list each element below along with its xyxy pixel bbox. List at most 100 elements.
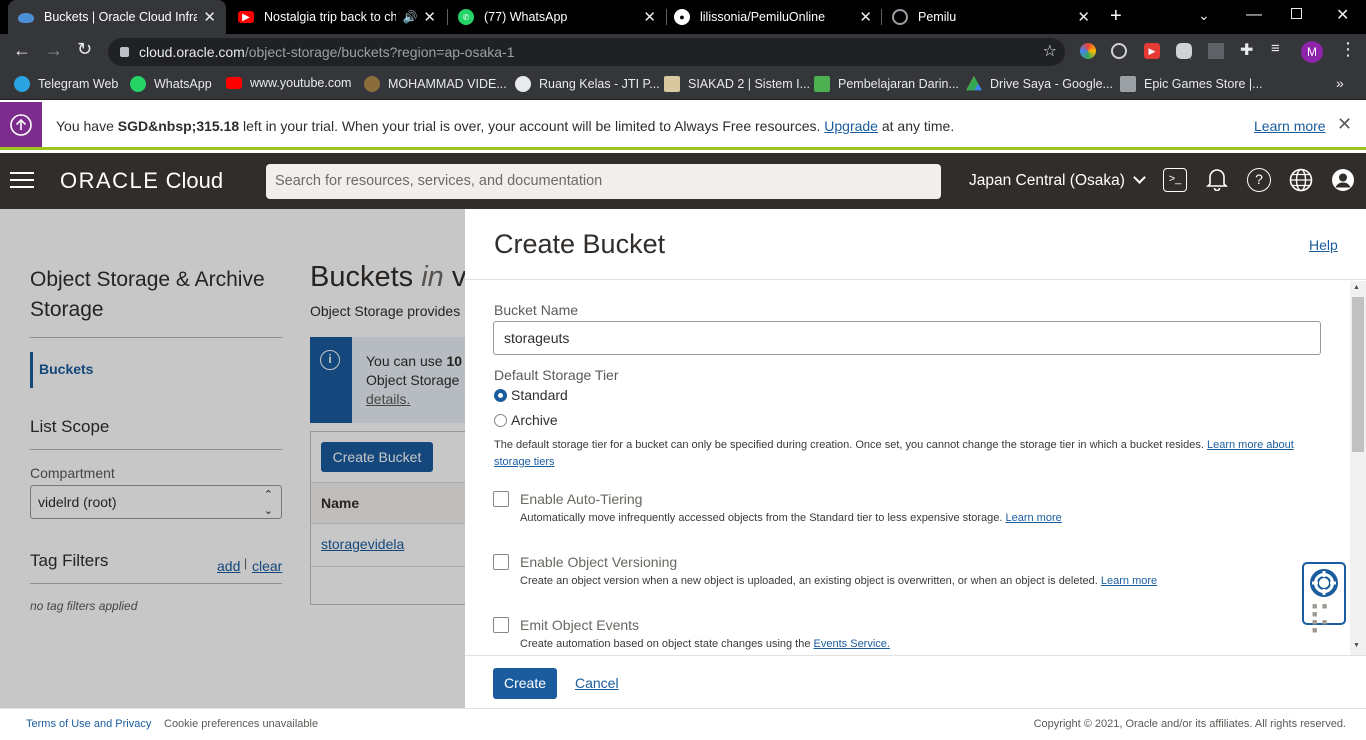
auto-tiering-description: Automatically move infrequently accessed…: [520, 512, 1062, 524]
bookmark-mohammad[interactable]: MOHAMMAD VIDE...: [364, 76, 507, 92]
restore-icon[interactable]: [1291, 8, 1302, 19]
epic-games-icon: [1120, 76, 1136, 92]
media-control-icon[interactable]: ≡: [1271, 40, 1280, 57]
terms-link[interactable]: Terms of Use and Privacy: [26, 718, 151, 730]
trial-learn-more-link[interactable]: Learn more: [1254, 118, 1326, 134]
telegram-icon: [14, 76, 30, 92]
new-tab-icon[interactable]: +: [1110, 5, 1122, 28]
whatsapp-icon: ✆: [458, 9, 474, 25]
tier-archive-label[interactable]: Archive: [511, 412, 558, 428]
bucket-name-label: Bucket Name: [494, 302, 579, 318]
minimize-icon[interactable]: —: [1246, 6, 1262, 24]
help-question-icon[interactable]: ?: [1247, 168, 1271, 192]
extension-red-icon[interactable]: ▶: [1144, 43, 1160, 59]
tab-youtube[interactable]: ▶ Nostalgia trip back to ch 🔊 ✕: [228, 0, 446, 34]
close-tab-icon[interactable]: ✕: [643, 8, 656, 26]
extensions-puzzle-icon[interactable]: ✚: [1240, 40, 1253, 60]
bucket-name-input[interactable]: storageuts: [493, 321, 1321, 355]
tab-search-chevron-icon[interactable]: ⌄: [1198, 7, 1210, 24]
cookie-preferences-text: Cookie preferences unavailable: [164, 718, 319, 730]
address-bar[interactable]: cloud.oracle.com/object-storage/buckets?…: [108, 38, 1065, 66]
chevron-down-icon: [1133, 171, 1147, 184]
storage-tier-label: Default Storage Tier: [494, 367, 619, 383]
auto-tiering-label[interactable]: Enable Auto-Tiering: [520, 491, 642, 507]
forward-icon[interactable]: →: [45, 40, 63, 61]
global-search-input[interactable]: Search for resources, services, and docu…: [266, 164, 941, 199]
help-widget[interactable]: ■ ■ ■ ■ ■ ■: [1302, 562, 1346, 635]
browser-tab-strip: Buckets | Oracle Cloud Infrastructure ✕ …: [0, 0, 1366, 34]
audio-icon[interactable]: 🔊: [402, 10, 417, 24]
versioning-label[interactable]: Enable Object Versioning: [520, 554, 677, 570]
cloud-shell-icon[interactable]: >_: [1163, 168, 1187, 192]
object-events-label[interactable]: Emit Object Events: [520, 617, 639, 633]
bookmark-drive[interactable]: Drive Saya - Google...: [966, 76, 1113, 92]
ruang-kelas-icon: [515, 76, 531, 92]
google-drive-icon: [966, 76, 982, 91]
extension-discord-icon[interactable]: [1176, 43, 1192, 59]
extension-colorful-icon[interactable]: [1080, 43, 1096, 59]
youtube-icon: [226, 77, 242, 89]
events-service-link[interactable]: Events Service.: [814, 638, 890, 650]
auto-tiering-learn-more-link[interactable]: Learn more: [1005, 512, 1061, 524]
object-events-description: Create automation based on object state …: [520, 638, 890, 650]
profile-avatar[interactable]: M: [1301, 41, 1323, 63]
oracle-cloud-logo[interactable]: ORACLE Cloud: [60, 168, 223, 194]
help-link[interactable]: Help: [1309, 237, 1338, 253]
copyright-text: Copyright © 2021, Oracle and/or its affi…: [1033, 718, 1346, 730]
bookmark-pembelajaran[interactable]: Pembelajaran Darin...: [814, 76, 959, 92]
notifications-bell-icon[interactable]: [1206, 167, 1228, 196]
close-banner-icon[interactable]: ✕: [1337, 114, 1352, 135]
tab-github[interactable]: ● lilissonia/PemiluOnline ✕: [664, 0, 882, 34]
cancel-link[interactable]: Cancel: [575, 675, 619, 691]
tab-oracle-buckets[interactable]: Buckets | Oracle Cloud Infrastructure ✕: [8, 0, 226, 34]
reload-icon[interactable]: ↻: [77, 39, 92, 60]
tab-pemilu[interactable]: Pemilu ✕: [882, 0, 1100, 34]
trial-banner: You have SGD&nbsp;315.18 left in your tr…: [0, 102, 1366, 150]
siakad-icon: [664, 76, 680, 92]
close-tab-icon[interactable]: ✕: [203, 8, 216, 26]
bookmark-whatsapp[interactable]: WhatsApp: [130, 76, 212, 92]
extension-globe-icon[interactable]: [1111, 43, 1127, 59]
panel-scrollbar[interactable]: ▲ ▼: [1350, 281, 1366, 655]
tier-learn-more-link[interactable]: Learn more about: [1207, 439, 1294, 451]
extension-gray-icon[interactable]: [1208, 43, 1224, 59]
chrome-menu-icon[interactable]: ⋮: [1339, 39, 1357, 60]
upgrade-arrow-icon: [0, 102, 42, 147]
tier-standard-label[interactable]: Standard: [511, 387, 568, 403]
tier-archive-radio[interactable]: [494, 414, 507, 427]
bookmark-telegram[interactable]: Telegram Web: [14, 76, 118, 92]
hamburger-menu-icon[interactable]: [10, 172, 34, 188]
life-ring-icon: [1310, 569, 1338, 597]
versioning-checkbox[interactable]: [493, 554, 509, 570]
create-button[interactable]: Create: [493, 668, 557, 699]
close-tab-icon[interactable]: ✕: [1077, 8, 1090, 26]
pembelajaran-icon: [814, 76, 830, 92]
auto-tiering-checkbox[interactable]: [493, 491, 509, 507]
close-tab-icon[interactable]: ✕: [423, 8, 436, 26]
bookmark-youtube[interactable]: www.youtube.com: [226, 76, 351, 90]
language-globe-icon[interactable]: [1289, 168, 1313, 197]
close-tab-icon[interactable]: ✕: [859, 8, 872, 26]
window-close-icon[interactable]: ✕: [1336, 5, 1349, 25]
bookmark-star-icon[interactable]: ☆: [1043, 41, 1057, 61]
bookmark-siakad[interactable]: SIAKAD 2 | Sistem I...: [664, 76, 810, 92]
tab-whatsapp[interactable]: ✆ (77) WhatsApp ✕: [448, 0, 666, 34]
user-profile-icon[interactable]: [1331, 168, 1355, 197]
object-events-checkbox[interactable]: [493, 617, 509, 633]
more-bookmarks-icon[interactable]: »: [1336, 75, 1344, 91]
versioning-learn-more-link[interactable]: Learn more: [1101, 575, 1157, 587]
page-footer: Terms of Use and Privacy Cookie preferen…: [0, 708, 1366, 740]
trial-message: You have SGD&nbsp;315.18 left in your tr…: [56, 118, 955, 134]
youtube-icon: ▶: [238, 11, 254, 23]
modal-backdrop[interactable]: [0, 209, 465, 708]
bookmark-ruang-kelas[interactable]: Ruang Kelas - JTI P...: [515, 76, 660, 92]
github-icon: ●: [674, 9, 690, 25]
globe-icon: [892, 9, 908, 25]
storage-tiers-link[interactable]: storage tiers: [494, 456, 555, 468]
region-selector[interactable]: Japan Central (Osaka): [969, 171, 1147, 190]
back-icon[interactable]: ←: [13, 40, 31, 61]
tier-standard-radio[interactable]: [494, 389, 507, 402]
scrollbar-thumb[interactable]: [1352, 297, 1364, 452]
bookmark-epic-games[interactable]: Epic Games Store |...: [1120, 76, 1263, 92]
upgrade-link[interactable]: Upgrade: [824, 118, 878, 134]
